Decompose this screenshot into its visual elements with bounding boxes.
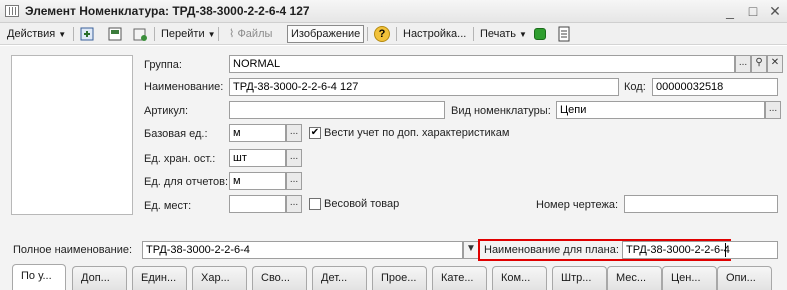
close-button[interactable]: ✕ <box>766 2 784 20</box>
article-field[interactable] <box>229 101 445 119</box>
status-green-icon[interactable] <box>534 28 546 40</box>
minimize-button[interactable]: _ <box>721 2 739 20</box>
full-name-field[interactable]: ТРД-38-3000-2-2-6-4 <box>142 241 463 259</box>
weight-checkbox[interactable] <box>309 198 321 210</box>
base-unit-select-button[interactable]: ... <box>286 124 302 142</box>
tab-12[interactable]: Опи... <box>717 266 772 290</box>
code-label: Код: <box>624 81 646 93</box>
place-unit-field[interactable] <box>229 195 286 213</box>
tab-1[interactable]: Доп... <box>72 266 127 290</box>
storage-unit-select-button[interactable]: ... <box>286 149 302 167</box>
tab-0[interactable]: По у... <box>12 264 66 290</box>
goto-menu[interactable]: Перейти ▼ <box>158 25 219 43</box>
report-unit-label: Ед. для отчетов: <box>144 176 229 188</box>
tab-3[interactable]: Хар... <box>192 266 247 290</box>
article-label: Артикул: <box>144 105 189 117</box>
maximize-button[interactable]: □ <box>744 2 762 20</box>
separator <box>473 27 474 41</box>
kind-field[interactable]: Цепи <box>556 101 765 119</box>
tab-9[interactable]: Штр... <box>552 266 607 290</box>
save-icon[interactable] <box>107 26 123 42</box>
kind-label: Вид номенклатуры: <box>451 105 551 117</box>
tab-strip: По у... Доп... Един... Хар... Сво... Дет… <box>12 264 772 290</box>
tab-6[interactable]: Прое... <box>372 266 427 290</box>
full-name-dropdown-button[interactable]: ▼ <box>463 241 479 259</box>
image-box <box>11 55 133 215</box>
files-button[interactable]: ⌇ Файлы <box>226 25 275 43</box>
table-icon <box>5 5 19 17</box>
drawing-field[interactable] <box>624 195 778 213</box>
storage-unit-field[interactable]: шт <box>229 149 286 167</box>
full-name-label: Полное наименование: <box>13 244 133 256</box>
track-features-label: Вести учет по доп. характеристикам <box>324 127 510 139</box>
kind-select-button[interactable]: ... <box>765 101 781 119</box>
tab-4[interactable]: Сво... <box>252 266 307 290</box>
group-select-button[interactable]: ... <box>735 55 751 73</box>
document-icon[interactable] <box>556 26 572 42</box>
separator <box>154 27 155 41</box>
tab-10[interactable]: Мес... <box>607 266 662 290</box>
separator <box>396 27 397 41</box>
drawing-label: Номер чертежа: <box>536 199 619 211</box>
group-field[interactable]: NORMAL <box>229 55 735 73</box>
separator <box>73 27 74 41</box>
settings-button[interactable]: Настройка... <box>400 25 469 43</box>
actions-menu[interactable]: Действия ▼ <box>4 25 69 43</box>
report-unit-select-button[interactable]: ... <box>286 172 302 190</box>
place-unit-select-button[interactable]: ... <box>286 195 302 213</box>
item-form: Группа: NORMAL ... ⚲ ✕ Наименование: ТРД… <box>0 46 787 290</box>
refresh-icon[interactable] <box>132 26 148 42</box>
save-close-icon[interactable] <box>79 26 95 42</box>
text-cursor <box>725 243 726 257</box>
report-unit-field[interactable]: м <box>229 172 286 190</box>
window-title: Элемент Номенклатура: ТРД-38-3000-2-2-6-… <box>25 4 310 18</box>
chevron-down-icon: ▼ <box>207 30 216 39</box>
print-menu[interactable]: Печать ▼ <box>477 25 530 43</box>
plan-name-field[interactable]: ТРД-38-3000-2-2-6-4 <box>622 241 778 259</box>
chevron-down-icon: ▼ <box>58 30 67 39</box>
group-label: Группа: <box>144 59 182 71</box>
separator <box>218 27 219 41</box>
tab-2[interactable]: Един... <box>132 266 187 290</box>
search-icon[interactable]: ⚲ <box>751 55 767 73</box>
plan-name-label: Наименование для плана: <box>484 244 619 256</box>
tab-11[interactable]: Цен... <box>662 266 717 290</box>
track-features-checkbox[interactable]: ✔ <box>309 127 321 139</box>
base-unit-label: Базовая ед.: <box>144 128 208 140</box>
name-field[interactable]: ТРД-38-3000-2-2-6-4 127 <box>229 78 619 96</box>
tab-5[interactable]: Дет... <box>312 266 367 290</box>
chevron-down-icon: ▼ <box>519 30 527 39</box>
name-label: Наименование: <box>144 81 224 93</box>
help-icon[interactable]: ? <box>374 26 390 42</box>
base-unit-field[interactable]: м <box>229 124 286 142</box>
code-field[interactable]: 00000032518 <box>652 78 778 96</box>
tab-8[interactable]: Ком... <box>492 266 547 290</box>
place-unit-label: Ед. мест: <box>144 200 192 212</box>
weight-label: Весовой товар <box>324 198 400 210</box>
tab-7[interactable]: Кате... <box>432 266 487 290</box>
image-button[interactable]: Изображение <box>287 25 365 43</box>
title-bar: Элемент Номенклатура: ТРД-38-3000-2-2-6-… <box>0 0 787 23</box>
clear-icon[interactable]: ✕ <box>767 55 783 73</box>
storage-unit-label: Ед. хран. ост.: <box>144 153 216 165</box>
toolbar: Действия ▼ Перейти ▼ ⌇ Файлы Изображение ?… <box>0 23 787 45</box>
separator <box>367 27 368 41</box>
